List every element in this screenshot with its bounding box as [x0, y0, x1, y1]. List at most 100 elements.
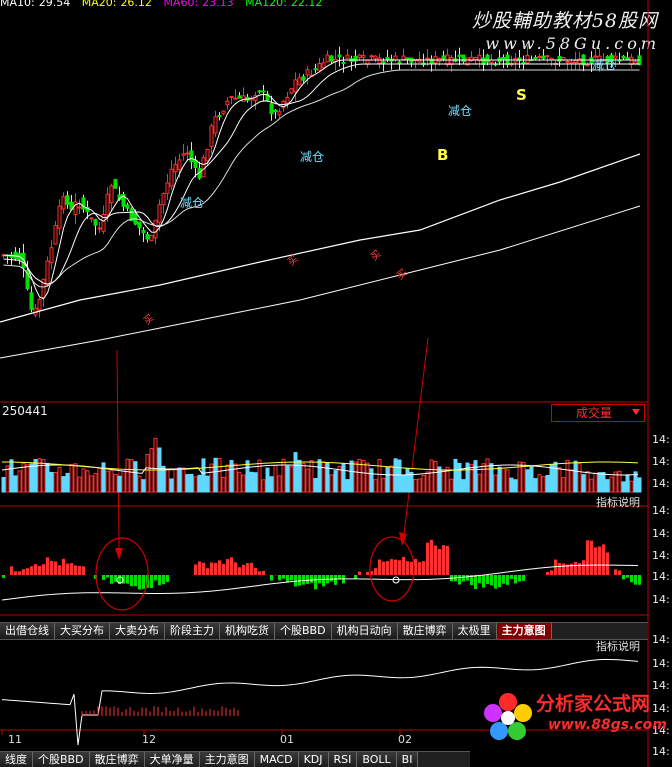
candle-body	[521, 61, 526, 64]
indicator-bar-up	[358, 571, 361, 575]
indicator-bar-up	[558, 562, 561, 575]
tab-3[interactable]: 阶段主力	[165, 623, 220, 639]
indicator-dropdown[interactable]: 成交量	[551, 404, 645, 422]
signal-b: B	[437, 146, 449, 164]
volume-bar	[425, 471, 430, 493]
tab-5[interactable]: 个股BBD	[275, 623, 332, 639]
candle-body	[301, 76, 306, 81]
bottom-tab-1[interactable]: 个股BBD	[33, 752, 90, 767]
candle-body	[565, 60, 570, 63]
candle-body	[105, 193, 110, 216]
indicator-bar-down	[638, 575, 641, 585]
candle-body	[273, 109, 278, 112]
indicator-bar-up	[390, 559, 393, 575]
indicator-bar-down	[166, 575, 169, 582]
bottom-tab-2[interactable]: 散庄博弈	[89, 752, 145, 767]
indicator-bar-down	[102, 575, 105, 580]
indicator-bar-down	[130, 575, 133, 587]
tab-8[interactable]: 太极里	[452, 623, 497, 639]
candle-body	[137, 221, 142, 229]
indicator-bar-down	[106, 575, 109, 578]
volume-bar	[13, 475, 18, 493]
bottom-tab-9[interactable]: BI	[396, 752, 419, 767]
volume-bar	[401, 474, 406, 493]
indicator-bar-up	[582, 560, 585, 575]
volume-bar	[125, 458, 130, 493]
candle-body	[573, 60, 578, 64]
tab-7[interactable]: 散庄博弈	[397, 623, 453, 639]
volume-bar	[485, 458, 490, 493]
candle-body	[205, 148, 210, 162]
indicator-bar-down	[334, 575, 337, 585]
bottom-tab-3[interactable]: 大单净量	[144, 752, 200, 767]
indicator-bar-up	[394, 559, 397, 575]
indicator-bar-down	[306, 575, 309, 584]
volume-bar	[589, 478, 594, 493]
indicator-bar-down	[630, 575, 633, 583]
candle-body	[325, 54, 330, 63]
candle-body	[289, 88, 294, 94]
indicator-bar-down	[482, 575, 485, 588]
bottom-tab-7[interactable]: RSI	[328, 752, 358, 767]
volume-bar	[373, 479, 378, 493]
tab-0[interactable]: 出借仓线	[0, 623, 55, 639]
bottom-tab-5[interactable]: MACD	[254, 752, 299, 767]
volume-bar	[421, 474, 426, 493]
indicator-bar-up	[546, 571, 549, 575]
volume-bar	[1, 476, 6, 493]
candle-body	[501, 56, 506, 60]
right-axis-label: 14:	[652, 657, 670, 670]
annotation-arrow-line	[116, 349, 120, 549]
volume-bar	[285, 465, 290, 493]
candle-body	[545, 55, 550, 58]
candle-body	[229, 95, 234, 98]
indicator-bar-up	[70, 563, 73, 575]
bottom-tab-8[interactable]: BOLL	[357, 752, 397, 767]
tab-2[interactable]: 大卖分布	[110, 623, 165, 639]
tab-4[interactable]: 机构吃货	[220, 623, 275, 639]
indicator-bar-up	[602, 544, 605, 575]
indicator-bar-up	[78, 565, 81, 575]
tab-1[interactable]: 大买分布	[55, 623, 110, 639]
volume-bar	[177, 467, 182, 493]
candle-body	[189, 150, 194, 163]
volume-bar	[85, 470, 90, 493]
candle-body	[385, 57, 390, 61]
candle-body	[329, 55, 334, 62]
candle-body	[173, 164, 178, 173]
volume-bar	[221, 476, 226, 493]
bottom-tab-4[interactable]: 主力意图	[199, 752, 255, 767]
indicator-bar-down	[474, 575, 477, 590]
indicator-bar-down	[498, 575, 501, 588]
volume-bar	[245, 460, 250, 493]
bottom-indicator-note[interactable]: 指标说明	[596, 638, 640, 654]
volume-bar	[389, 465, 394, 493]
volume-bar	[241, 474, 246, 493]
volume-bar	[573, 460, 578, 493]
volume-indicator-note[interactable]: 指标说明	[596, 494, 640, 510]
tab-6[interactable]: 机构日动向	[331, 623, 398, 639]
volume-bar	[165, 468, 170, 493]
volume-bar	[337, 466, 342, 493]
indicator-bar-up	[366, 571, 369, 575]
x-label-11: 11	[8, 733, 22, 746]
indicator-bar-up	[66, 563, 69, 575]
volume-bar	[197, 474, 202, 493]
bottom-tab-bar: 线度 个股BBD 散庄博弈 大单净量 主力意图 MACD KDJ RSI BOLL BI	[0, 751, 470, 767]
candle-body	[449, 56, 454, 65]
volume-bar	[441, 470, 446, 493]
bottom-tab-0[interactable]: 线度	[0, 752, 33, 767]
bottom-tab-6[interactable]: KDJ	[298, 752, 329, 767]
candle-body	[45, 260, 50, 286]
indicator-bar-up	[194, 564, 197, 575]
volume-bar	[617, 470, 622, 493]
right-axis-label: 14:	[652, 593, 670, 606]
volume-bar	[625, 474, 630, 493]
volume-bar	[489, 463, 494, 493]
tab-9[interactable]: 主力意图	[496, 623, 552, 639]
candle-body	[401, 55, 406, 61]
volume-bar	[433, 460, 438, 493]
indicator-bar-up	[262, 570, 265, 575]
volume-bar	[501, 467, 506, 493]
indicator-bar-down	[510, 575, 513, 579]
